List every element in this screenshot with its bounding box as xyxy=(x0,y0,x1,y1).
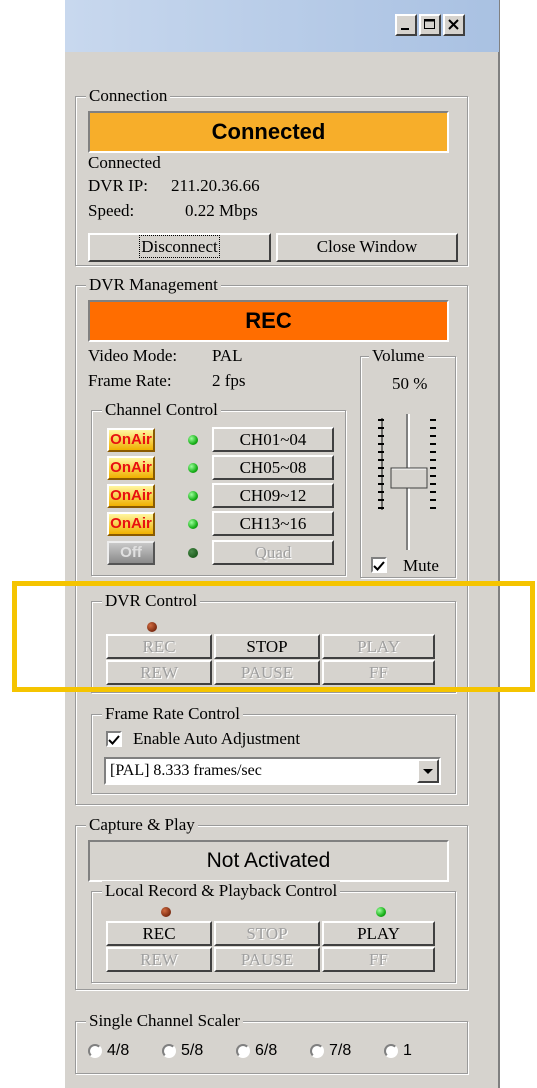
local-rec-button[interactable]: REC xyxy=(106,921,212,946)
dropdown-button[interactable] xyxy=(417,759,439,783)
channel-led-ch01-04 xyxy=(188,435,198,445)
channel-led-ch09-12 xyxy=(188,491,198,501)
close-window-button[interactable]: Close Window xyxy=(276,233,458,262)
scaler-label-7-8: 7/8 xyxy=(329,1042,352,1059)
video-mode-value: PAL xyxy=(212,346,243,365)
volume-slider[interactable] xyxy=(368,410,448,550)
title-bar xyxy=(65,0,499,52)
channel-button-quad[interactable]: Quad xyxy=(212,540,334,565)
scaler-radio-4-8[interactable] xyxy=(88,1044,102,1058)
local-ff-button[interactable]: FF xyxy=(322,947,435,972)
close-icon xyxy=(448,19,459,30)
mute-label: Mute xyxy=(403,556,439,575)
channel-led-quad xyxy=(188,548,198,558)
local-stop-button[interactable]: STOP xyxy=(214,921,320,946)
mute-checkbox[interactable] xyxy=(371,557,387,573)
dvr-ip-value: 211.20.36.66 xyxy=(171,176,260,195)
connection-legend: Connection xyxy=(86,86,171,106)
scaler-legend: Single Channel Scaler xyxy=(86,1011,244,1031)
dvr-ip-label: DVR IP: xyxy=(88,176,148,195)
capture-status-banner: Not Activated xyxy=(88,840,449,882)
speed-label: Speed: xyxy=(88,201,135,220)
maximize-button[interactable] xyxy=(419,14,441,36)
dvr-management-legend: DVR Management xyxy=(86,275,221,295)
scaler-label-6-8: 6/8 xyxy=(255,1042,278,1059)
auto-adjust-checkbox[interactable] xyxy=(106,731,122,747)
maximize-icon xyxy=(424,19,435,29)
checkmark-icon xyxy=(108,735,120,745)
frame-rate-select-value: [PAL] 8.333 frames/sec xyxy=(110,762,262,779)
channel-button-ch13-16[interactable]: CH13~16 xyxy=(212,511,334,536)
connection-status-banner: Connected xyxy=(88,111,449,153)
chevron-down-icon xyxy=(423,769,433,774)
disconnect-label: Disconnect xyxy=(139,235,220,258)
channel-led-ch13-16 xyxy=(188,519,198,529)
local-record-led xyxy=(161,907,171,917)
volume-legend: Volume xyxy=(369,346,428,366)
frame-rate-label: Frame Rate: xyxy=(88,371,172,390)
local-play-button[interactable]: PLAY xyxy=(322,921,435,946)
local-rew-button[interactable]: REW xyxy=(106,947,212,972)
channel-button-ch09-12[interactable]: CH09~12 xyxy=(212,483,334,508)
scaler-label-1: 1 xyxy=(403,1042,412,1059)
connection-status-text: Connected xyxy=(88,153,161,172)
speed-value: 0.22 Mbps xyxy=(185,201,258,220)
highlight-box xyxy=(12,581,535,692)
scaler-radio-5-8[interactable] xyxy=(162,1044,176,1058)
onair-button-ch05-08[interactable]: OnAir xyxy=(107,456,155,480)
frame-rate-control-legend: Frame Rate Control xyxy=(102,704,244,724)
local-play-led xyxy=(376,907,386,917)
minimize-button[interactable] xyxy=(395,14,417,36)
close-button[interactable] xyxy=(443,14,465,36)
frame-rate-value: 2 fps xyxy=(212,371,246,390)
disconnect-button[interactable]: Disconnect xyxy=(88,233,271,262)
onair-button-quad[interactable]: Off xyxy=(107,541,155,565)
frame-rate-select[interactable]: [PAL] 8.333 frames/sec xyxy=(104,757,441,785)
scaler-radio-7-8[interactable] xyxy=(310,1044,324,1058)
local-control-legend: Local Record & Playback Control xyxy=(102,881,341,901)
onair-button-ch13-16[interactable]: OnAir xyxy=(107,512,155,536)
channel-control-legend: Channel Control xyxy=(102,400,221,420)
channel-led-ch05-08 xyxy=(188,463,198,473)
scaler-label-4-8: 4/8 xyxy=(107,1042,130,1059)
volume-slider-thumb[interactable] xyxy=(390,467,428,489)
scaler-radio-6-8[interactable] xyxy=(236,1044,250,1058)
dvr-status-banner: REC xyxy=(88,300,449,342)
onair-button-ch01-04[interactable]: OnAir xyxy=(107,428,155,452)
channel-button-ch05-08[interactable]: CH05~08 xyxy=(212,455,334,480)
scaler-label-5-8: 5/8 xyxy=(181,1042,204,1059)
auto-adjust-label: Enable Auto Adjustment xyxy=(133,729,301,748)
scaler-radio-1[interactable] xyxy=(384,1044,398,1058)
video-mode-label: Video Mode: xyxy=(88,346,178,365)
onair-button-ch09-12[interactable]: OnAir xyxy=(107,484,155,508)
volume-value: 50 % xyxy=(392,374,428,393)
channel-button-ch01-04[interactable]: CH01~04 xyxy=(212,427,334,452)
checkmark-icon xyxy=(373,561,385,571)
local-pause-button[interactable]: PAUSE xyxy=(214,947,320,972)
minimize-icon xyxy=(401,28,409,30)
capture-play-legend: Capture & Play xyxy=(86,815,198,835)
